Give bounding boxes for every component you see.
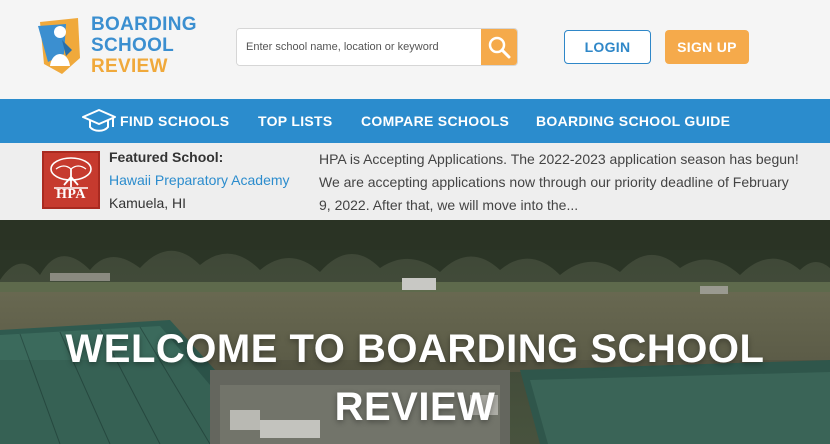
hero-title: WELCOME TO BOARDING SCHOOL REVIEW: [65, 327, 765, 429]
featured-school-logo-text: HPA: [55, 187, 86, 202]
login-button[interactable]: LOGIN: [564, 30, 651, 64]
search-bar: [236, 28, 518, 66]
nav-compare-schools[interactable]: COMPARE SCHOOLS: [361, 99, 509, 143]
search-button[interactable]: [481, 29, 517, 65]
featured-school-banner: HPA Featured School: Hawaii Preparatory …: [0, 143, 830, 220]
site-header: BOARDING SCHOOL REVIEW LOGIN SIGN UP: [0, 0, 830, 99]
site-logo[interactable]: BOARDING SCHOOL REVIEW: [36, 14, 206, 80]
featured-school-location: Kamuela, HI: [109, 195, 187, 211]
nav-boarding-school-guide[interactable]: BOARDING SCHOOL GUIDE: [536, 99, 730, 143]
nav-top-lists[interactable]: TOP LISTS: [258, 99, 333, 143]
featured-label: Featured School:: [109, 149, 224, 165]
nav-find-schools[interactable]: FIND SCHOOLS: [120, 99, 229, 143]
main-nav: FIND SCHOOLS TOP LISTS COMPARE SCHOOLS B…: [0, 99, 830, 143]
featured-school-description[interactable]: HPA is Accepting Applications. The 2022-…: [319, 148, 799, 217]
signup-button[interactable]: SIGN UP: [665, 30, 749, 64]
logo-line-3: REVIEW: [91, 56, 168, 77]
logo-line-2: SCHOOL: [91, 35, 175, 56]
featured-school-link[interactable]: Hawaii Preparatory Academy: [109, 172, 290, 188]
graduation-cap-icon: [82, 109, 116, 132]
logo-line-1: BOARDING: [91, 14, 197, 35]
logo-mark-icon: [38, 18, 80, 74]
search-input[interactable]: [237, 29, 483, 65]
logo-wordmark: BOARDING SCHOOL REVIEW: [91, 14, 197, 77]
hero-banner: WELCOME TO BOARDING SCHOOL REVIEW: [0, 220, 830, 444]
search-icon: [488, 36, 511, 59]
featured-school-logo[interactable]: HPA: [42, 151, 100, 209]
